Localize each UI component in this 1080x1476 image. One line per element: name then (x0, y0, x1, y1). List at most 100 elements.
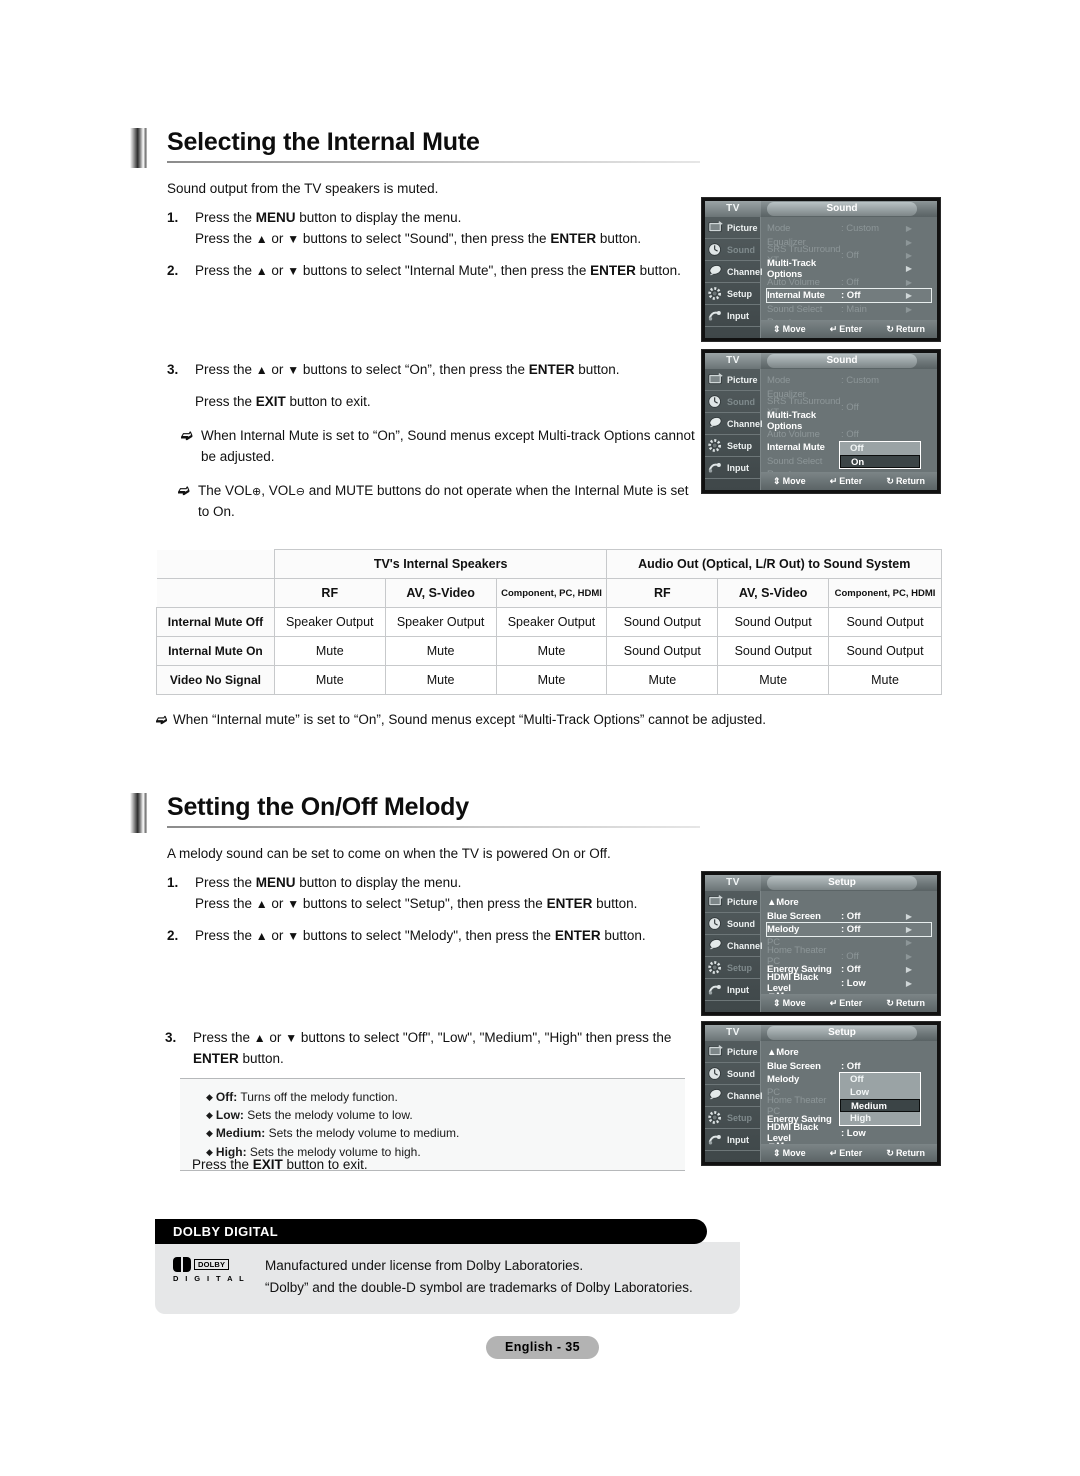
table-group-header-audio-out: Audio Out (Optical, L/R Out) to Sound Sy… (606, 549, 942, 579)
sidebar-item-input[interactable]: Input (705, 1129, 760, 1151)
note-bullet-icon: ➫ (156, 712, 168, 727)
menu-row-value: : Off (841, 276, 859, 288)
option-low[interactable]: Low (840, 1086, 920, 1099)
osd-menu-list[interactable]: Mode: Custom Equalizer SRS TruSurround X… (761, 369, 937, 480)
table-cell: Sound Output (606, 636, 719, 666)
input-icon (707, 460, 724, 475)
melody-option-popup[interactable]: Off Low Medium High (839, 1072, 921, 1126)
sidebar-item-input[interactable]: Input (705, 979, 760, 1001)
sidebar-item-sound[interactable]: Sound (705, 913, 760, 935)
option-off[interactable]: Off (840, 442, 920, 455)
dolby-line: Manufactured under license from Dolby La… (265, 1258, 584, 1273)
table-cell: Mute (828, 665, 942, 695)
menu-row-value: : Off (841, 428, 859, 440)
menu-row-value: : Main (841, 303, 867, 315)
osd-menu-list[interactable]: ▲More Blue Screen: Off ▶ Melody: Off ▶ PC ▶… (761, 891, 937, 1002)
sidebar-item-sound[interactable]: Sound (705, 1063, 760, 1085)
osd-title-bar: TV Setup (705, 1025, 937, 1041)
option-off[interactable]: Off (840, 1073, 920, 1086)
sidebar-item-setup[interactable]: Setup (705, 1107, 760, 1129)
sidebar-item-sound[interactable]: Sound (705, 391, 760, 413)
bullet-icon: ◆ (206, 1128, 213, 1139)
sidebar-item-channel[interactable]: Channel (705, 935, 763, 957)
note-text: The VOL⊕, VOL⊖ and MUTE buttons do not o… (198, 482, 689, 519)
menu-row[interactable]: HDMI Black Level: Low ▶ (767, 972, 931, 994)
sidebar-item-channel[interactable]: Channel (705, 261, 763, 283)
sidebar-item-picture[interactable]: Picture (705, 369, 760, 391)
menu-row-internal-mute[interactable]: Internal Mute: Off ▶ (766, 287, 932, 304)
menu-row[interactable]: Auto Volume: Off ▶ (767, 276, 931, 289)
heading-rule (167, 826, 700, 828)
step-number: 3. (165, 1030, 177, 1045)
menu-row[interactable]: HDMI Black Level: Low (767, 1122, 931, 1144)
menu-row[interactable]: Blue Screen: Off (767, 1059, 931, 1072)
table-cell: Mute (273, 665, 386, 695)
menu-row[interactable]: Blue Screen: Off ▶ (767, 909, 931, 922)
table-subheader: Component, PC, HDMI (495, 578, 608, 608)
osd-sidebar[interactable]: Picture Sound Channel Setup Input (705, 1041, 763, 1162)
tv-osd-setup-menu[interactable]: TV Setup Picture Sound Channel Setup Inp… (701, 871, 941, 1016)
hint-move: ⇕ Move (773, 324, 806, 335)
channel-icon (707, 938, 724, 953)
osd-menu-list[interactable]: ▲More Blue Screen: Off Melody: PC Home T… (761, 1041, 937, 1152)
menu-row-name: Melody (767, 923, 800, 935)
hint-move-label: Move (782, 476, 806, 486)
input-icon (707, 982, 724, 997)
dolby-line: “Dolby” and the double-D symbol are trad… (265, 1279, 693, 1295)
heading-accent-bar (130, 128, 147, 168)
section-intro: Sound output from the TV speakers is mut… (167, 181, 439, 196)
sidebar-item-setup[interactable]: Setup (705, 957, 760, 979)
sidebar-item-setup[interactable]: Setup (705, 435, 760, 457)
hint-enter: ↵ Enter (830, 324, 863, 335)
sidebar-item-input[interactable]: Input (705, 305, 760, 327)
sidebar-item-channel[interactable]: Channel (705, 1085, 763, 1107)
table-subheader: Component, PC, HDMI (828, 578, 942, 608)
option-high[interactable]: High (840, 1112, 920, 1125)
step-text: Press the ▲ or ▼ buttons to select "Off"… (193, 1028, 700, 1070)
table-footnote-text: When “Internal mute” is set to “On”, Sou… (173, 712, 767, 727)
tv-osd-sound-menu-popup[interactable]: TV Sound Picture Sound Channel Setup Inp… (701, 349, 941, 494)
osd-menu-list[interactable]: Mode: Custom ▶ Equalizer ▶ SRS TruSurround… (761, 217, 937, 328)
osd-sidebar[interactable]: Picture Sound Channel Setup Input (705, 891, 763, 1012)
sidebar-item-picture[interactable]: Picture (705, 217, 760, 239)
enter-icon: ↵ (829, 997, 838, 1008)
osd-sidebar[interactable]: Picture Sound Channel Setup Input (705, 369, 763, 490)
tv-osd-sound-menu[interactable]: TV Sound Picture Sound Channel Setup Inp… (701, 197, 941, 342)
chevron-right-icon: ▶ (905, 304, 913, 314)
step-line: Press the ▲ or ▼ buttons to select "Off"… (193, 1030, 672, 1045)
chevron-right-icon: ▶ (905, 924, 913, 934)
section-body: A melody sound can be set to come on whe… (130, 844, 700, 947)
channel-icon (707, 264, 724, 279)
step-item: 1. Press the MENU button to display the … (130, 873, 700, 915)
menu-row[interactable]: Home Theater PC: Off ▶ (767, 945, 931, 967)
menu-row-more-up[interactable]: ▲More (767, 1046, 931, 1059)
sidebar-item-channel[interactable]: Channel (705, 413, 763, 435)
menu-row[interactable]: Mode: Custom (767, 374, 931, 387)
menu-row-melody[interactable]: Melody : Off ▶ (766, 921, 932, 938)
step-line: Press the ▲ or ▼ buttons to select "Melo… (195, 927, 646, 943)
menu-row-value: : Off (841, 923, 861, 935)
sidebar-item-input[interactable]: Input (705, 457, 760, 479)
sidebar-item-picture[interactable]: Picture (705, 1041, 760, 1063)
menu-row[interactable]: Multi-Track Options (767, 410, 931, 432)
sidebar-item-picture[interactable]: Picture (705, 891, 760, 913)
sidebar-label: Sound (727, 396, 755, 407)
menu-row[interactable]: Mode: Custom ▶ (767, 222, 931, 235)
osd-tv-label: TV (705, 1025, 761, 1041)
option-medium[interactable]: Medium (840, 1099, 920, 1112)
menu-row[interactable]: Multi-Track Options ▶ (767, 258, 931, 280)
option-on[interactable]: On (840, 455, 920, 468)
dolby-text: Manufactured under license from Dolby La… (265, 1255, 693, 1299)
sidebar-item-setup[interactable]: Setup (705, 283, 760, 305)
menu-row[interactable]: Sound Select: Main ▶ (767, 302, 931, 315)
osd-sidebar[interactable]: Picture Sound Channel Setup Input (705, 217, 763, 338)
menu-row[interactable]: Auto Volume: Off (767, 428, 931, 441)
menu-row-more-up[interactable]: ▲More (767, 896, 931, 909)
tv-osd-setup-menu-popup[interactable]: TV Setup Picture Sound Channel Setup Inp… (701, 1021, 941, 1166)
sidebar-item-sound[interactable]: Sound (705, 239, 760, 261)
hint-return-label: Return (895, 324, 925, 334)
osd-inner: TV Setup Picture Sound Channel Setup Inp… (705, 1025, 937, 1162)
picture-icon (707, 372, 724, 387)
chevron-right-icon: ▶ (905, 951, 913, 961)
internal-mute-option-popup[interactable]: Off On (839, 441, 921, 469)
